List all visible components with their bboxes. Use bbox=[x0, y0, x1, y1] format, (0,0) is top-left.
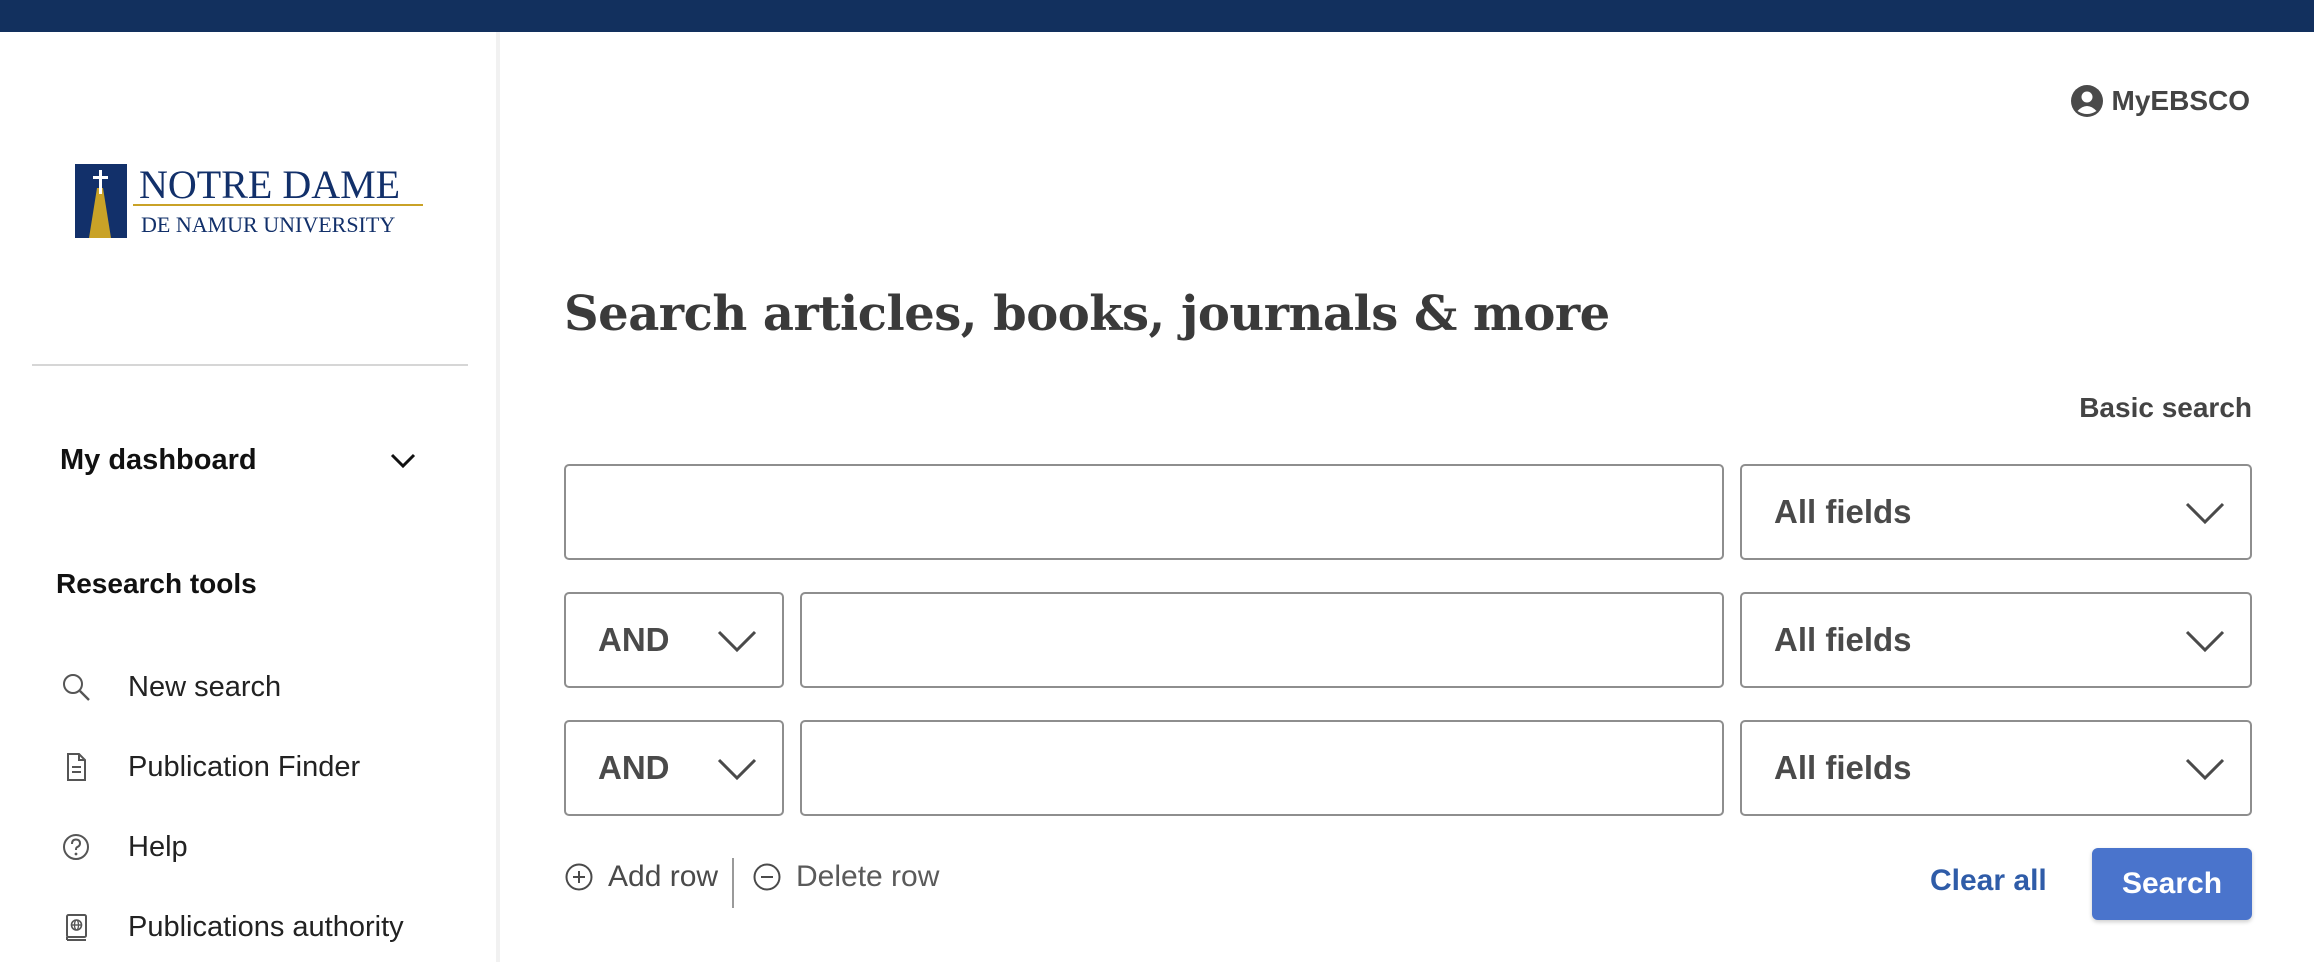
field-select-value: All fields bbox=[1774, 493, 1912, 530]
chevron-down-icon bbox=[717, 758, 757, 781]
search-input-row-3[interactable] bbox=[800, 720, 1724, 816]
operator-select-value: AND bbox=[598, 621, 670, 658]
sidebar-item-publications-authority[interactable]: Publications authority bbox=[56, 902, 476, 952]
field-select-value: All fields bbox=[1774, 749, 1912, 786]
chevron-down-icon bbox=[717, 630, 757, 653]
add-row-label: Add row bbox=[608, 860, 719, 893]
sidebar-item-label: New search bbox=[128, 670, 282, 703]
clear-all-button[interactable]: Clear all bbox=[1930, 864, 2047, 898]
add-row-button[interactable]: Add row bbox=[564, 860, 718, 894]
help-icon bbox=[56, 827, 96, 867]
minus-circle-icon bbox=[753, 863, 781, 891]
university-logo[interactable]: NOTRE DAME DE NAMUR UNIVERSITY bbox=[75, 160, 425, 270]
sidebar-divider bbox=[32, 364, 468, 366]
sidebar-item-publication-finder[interactable]: Publication Finder bbox=[56, 742, 476, 792]
sidebar-item-label: Help bbox=[128, 830, 188, 863]
plus-circle-icon bbox=[565, 863, 593, 891]
sidebar-item-label: Publication Finder bbox=[128, 750, 361, 783]
logo-line2: DE NAMUR UNIVERSITY bbox=[141, 212, 395, 237]
operator-select-value: AND bbox=[598, 749, 670, 786]
chevron-down-icon bbox=[390, 453, 416, 469]
search-input[interactable] bbox=[802, 594, 1722, 686]
field-select-row-1[interactable]: All fields bbox=[1740, 464, 2252, 560]
field-select-row-3[interactable]: All fields bbox=[1740, 720, 2252, 816]
myebsco-label: MyEBSCO bbox=[2111, 85, 2250, 116]
my-dashboard-toggle[interactable]: My dashboard bbox=[60, 436, 420, 484]
page-title: Search articles, books, journals & more bbox=[564, 286, 1610, 342]
my-dashboard-label: My dashboard bbox=[60, 443, 257, 476]
search-input[interactable] bbox=[802, 722, 1722, 814]
search-icon bbox=[56, 667, 96, 707]
myebsco-link[interactable]: MyEBSCO bbox=[2070, 84, 2250, 118]
sidebar: NOTRE DAME DE NAMUR UNIVERSITY My dashbo… bbox=[0, 32, 500, 962]
operator-select-row-2[interactable]: AND bbox=[564, 592, 784, 688]
sidebar-item-new-search[interactable]: New search bbox=[56, 662, 476, 712]
search-input-row-1[interactable] bbox=[564, 464, 1724, 560]
logo-line1: NOTRE DAME bbox=[139, 162, 400, 207]
chevron-down-icon bbox=[2185, 758, 2225, 781]
chevron-down-icon bbox=[2185, 502, 2225, 525]
delete-row-button[interactable]: Delete row bbox=[752, 860, 939, 894]
delete-row-label: Delete row bbox=[796, 860, 940, 893]
research-tools-heading: Research tools bbox=[56, 568, 257, 599]
search-input-row-2[interactable] bbox=[800, 592, 1724, 688]
top-bar bbox=[0, 0, 2314, 32]
user-circle-icon bbox=[2070, 85, 2103, 117]
sidebar-item-help[interactable]: Help bbox=[56, 822, 476, 872]
field-select-row-2[interactable]: All fields bbox=[1740, 592, 2252, 688]
field-select-value: All fields bbox=[1774, 621, 1912, 658]
chevron-down-icon bbox=[2185, 630, 2225, 653]
basic-search-link[interactable]: Basic search bbox=[2079, 392, 2252, 424]
sidebar-item-label: Publications authority bbox=[128, 910, 404, 943]
search-input[interactable] bbox=[566, 466, 1722, 558]
search-button[interactable]: Search bbox=[2092, 848, 2252, 920]
document-icon bbox=[56, 747, 96, 787]
operator-select-row-3[interactable]: AND bbox=[564, 720, 784, 816]
row-actions-divider bbox=[732, 858, 734, 908]
book-globe-icon bbox=[56, 907, 96, 947]
